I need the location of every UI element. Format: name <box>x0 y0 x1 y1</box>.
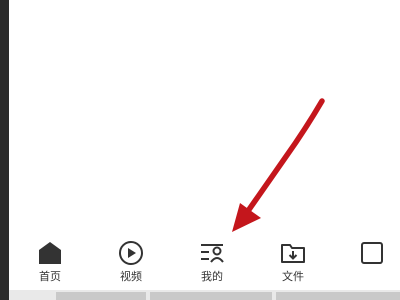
home-icon <box>37 240 63 266</box>
profile-list-icon <box>199 240 225 266</box>
main-content-area <box>9 0 400 232</box>
bottom-strip <box>9 290 400 300</box>
strip-segment <box>56 292 146 300</box>
tab-mine-label: 我的 <box>201 270 223 283</box>
tab-more[interactable] <box>344 232 400 290</box>
folder-download-icon <box>280 240 306 266</box>
strip-segment <box>276 292 400 300</box>
tab-files-label: 文件 <box>282 270 304 283</box>
tab-mine[interactable]: 我的 <box>184 232 240 290</box>
bottom-tab-bar: 首页 视频 我的 文件 <box>9 232 400 290</box>
tab-home-label: 首页 <box>39 270 61 283</box>
strip-segment <box>150 292 272 300</box>
tab-home[interactable]: 首页 <box>22 232 78 290</box>
tab-video[interactable]: 视频 <box>103 232 159 290</box>
tab-files[interactable]: 文件 <box>265 232 321 290</box>
left-edge-bar <box>0 0 9 300</box>
play-circle-icon <box>118 240 144 266</box>
tab-video-label: 视频 <box>120 270 142 283</box>
square-icon <box>359 240 385 266</box>
